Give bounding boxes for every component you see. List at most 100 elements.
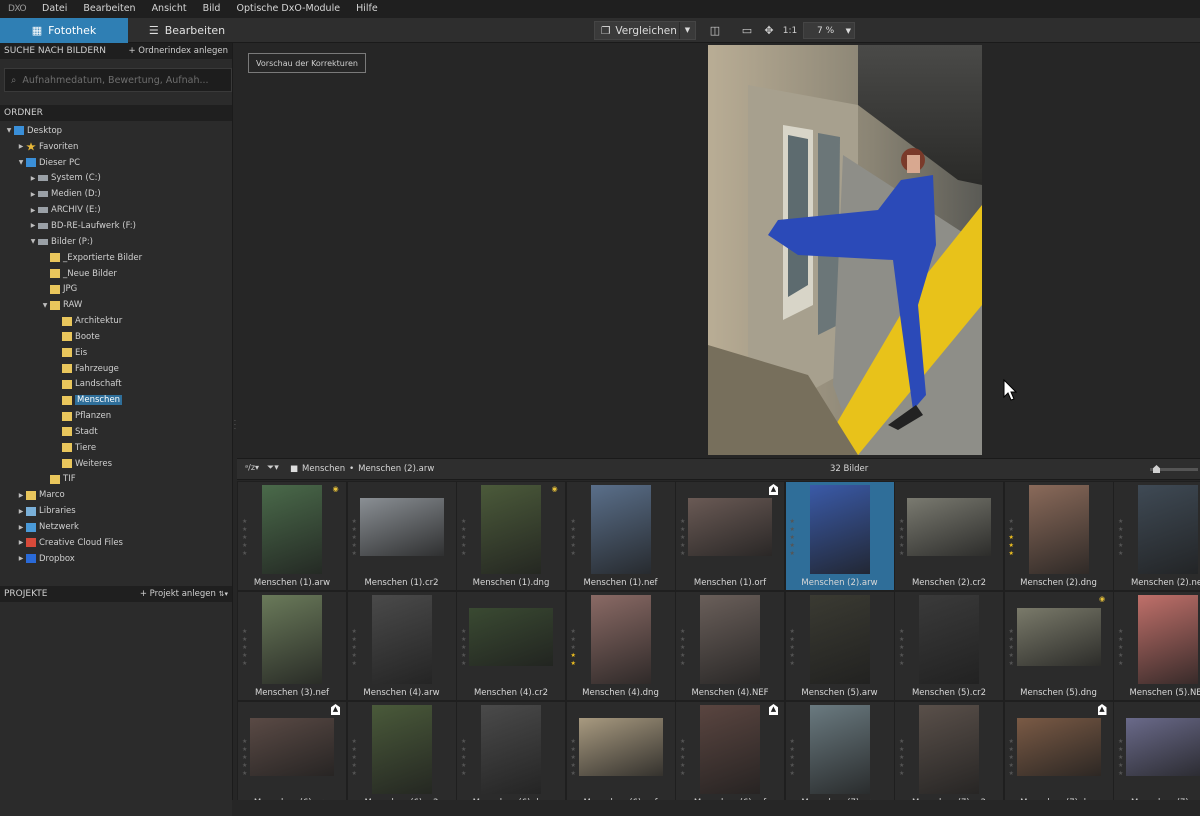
thumbnail-cell[interactable]: ★ ★ ★ ★ ★ Menschen (5).arw bbox=[785, 592, 894, 700]
rating-stars[interactable]: ★ ★ ★ ★ ★ bbox=[571, 738, 577, 778]
thumbnail-cell[interactable]: ★★★★★▲Menschen (6).arw bbox=[238, 702, 346, 800]
rating-stars[interactable]: ★ ★ ★ ★ ★ bbox=[1118, 518, 1124, 558]
thumbnail-cell[interactable]: ★ ★ ★ ★ ★ ◉ Menschen (1).dng bbox=[457, 482, 565, 590]
tree-item-stadt[interactable]: Stadt bbox=[0, 424, 232, 440]
menu-image[interactable]: Bild bbox=[195, 0, 229, 18]
thumbnail-cell[interactable]: ★ ★ ★ ★ ★ Menschen (1).nef bbox=[566, 482, 675, 590]
tree-item-raw[interactable]: ▼ RAW bbox=[0, 297, 232, 313]
tree-item-pflanzen[interactable]: Pflanzen bbox=[0, 408, 232, 424]
tab-photolibrary[interactable]: ▦ Fotothek bbox=[0, 18, 128, 43]
thumbnail-cell[interactable]: ★ ★ ★ ★ ★ Menschen (4).arw bbox=[347, 592, 456, 700]
tree-item-libraries[interactable]: ▶ Libraries bbox=[0, 503, 232, 519]
thumbnail-cell[interactable]: ★ ★ ★ ★ ★ ◉ Menschen (5).dng bbox=[1004, 592, 1113, 700]
chevron-down-icon[interactable]: ▼ bbox=[679, 22, 695, 39]
split-view-icon[interactable]: ◫ bbox=[707, 22, 723, 39]
tree-item-tiere[interactable]: Tiere bbox=[0, 440, 232, 456]
thumbnail-cell[interactable]: ★ ★ ★ ★ ★ Menschen (2).nef bbox=[1114, 482, 1200, 590]
thumbnail-cell[interactable]: ★ ★ ★ ★ ★ Menschen (4).dng bbox=[566, 592, 675, 700]
rating-stars[interactable]: ★ ★ ★ ★ ★ bbox=[680, 518, 686, 558]
tree-item-archiv-e[interactable]: ▶ ARCHIV (E:) bbox=[0, 202, 232, 218]
thumbnail-cell[interactable]: ★ ★ ★ ★ ★ Menschen (2).cr2 bbox=[895, 482, 1003, 590]
thumbnail-size-slider[interactable] bbox=[1150, 465, 1198, 473]
tree-item-jpg[interactable]: JPG bbox=[0, 281, 232, 297]
collapsed-arrow-icon[interactable]: ▶ bbox=[16, 555, 26, 562]
menu-file[interactable]: Datei bbox=[34, 0, 75, 18]
zoom-1-1-button[interactable]: 1:1 bbox=[781, 22, 799, 39]
menu-optics-modules[interactable]: Optische DxO-Module bbox=[228, 0, 348, 18]
rating-stars[interactable]: ★ ★ ★ ★ ★ bbox=[461, 518, 467, 558]
collapsed-arrow-icon[interactable]: ▶ bbox=[28, 207, 38, 214]
tree-item-menschen[interactable]: Menschen bbox=[0, 392, 232, 408]
tree-item-fahrzeuge[interactable]: Fahrzeuge bbox=[0, 361, 232, 377]
thumbnail-cell[interactable]: ★ ★ ★ ★ ★ Menschen (3).nef bbox=[238, 592, 346, 700]
rating-stars[interactable]: ★ ★ ★ ★ ★ bbox=[680, 628, 686, 668]
thumbnail-cell[interactable]: ★ ★ ★ ★ ★ Menschen (5).NEF bbox=[1114, 592, 1200, 700]
tree-item-desktop[interactable]: ▼ Desktop bbox=[0, 123, 232, 139]
expanded-arrow-icon[interactable]: ▼ bbox=[28, 238, 38, 245]
zoom-select[interactable]: 7 % ▼ bbox=[803, 22, 855, 39]
thumbnail-cell[interactable]: ★★★★★Menschen (7).cr2 bbox=[895, 702, 1003, 800]
tree-item-medien-d[interactable]: ▶ Medien (D:) bbox=[0, 186, 232, 202]
thumbnail-cell[interactable]: ★ ★ ★ ★ ★ Menschen (4).NEF bbox=[676, 592, 784, 700]
tree-item-marco[interactable]: ▶ Marco bbox=[0, 487, 232, 503]
collapsed-arrow-icon[interactable]: ▶ bbox=[16, 524, 26, 531]
rating-stars[interactable]: ★ ★ ★ ★ ★ bbox=[352, 628, 358, 668]
tab-customize[interactable]: ☰ Bearbeiten bbox=[128, 18, 246, 43]
rating-stars[interactable]: ★ ★ ★ ★ ★ bbox=[1009, 518, 1015, 558]
rating-stars[interactable]: ★ ★ ★ ★ ★ bbox=[899, 628, 905, 668]
tree-item-bilder-p[interactable]: ▼ Bilder (P:) bbox=[0, 234, 232, 250]
tree-item-landschaft[interactable]: Landschaft bbox=[0, 377, 232, 393]
thumbnail-cell[interactable]: ★★★★★▲Menschen (7).dng bbox=[1004, 702, 1113, 800]
add-index-button[interactable]: + Ordnerindex anlegen bbox=[128, 46, 228, 56]
collapsed-arrow-icon[interactable]: ▶ bbox=[28, 191, 38, 198]
collapsed-arrow-icon[interactable]: ▶ bbox=[16, 508, 26, 515]
collapsed-arrow-icon[interactable]: ▶ bbox=[28, 222, 38, 229]
thumbnail-cell[interactable]: ★ ★ ★ ★ ★ Menschen (2).dng bbox=[1004, 482, 1113, 590]
compare-button[interactable]: ❐ Vergleichen ▼ bbox=[594, 21, 696, 40]
rating-stars[interactable]: ★ ★ ★ ★ ★ bbox=[242, 518, 248, 558]
menu-help[interactable]: Hilfe bbox=[348, 0, 386, 18]
rating-stars[interactable]: ★ ★ ★ ★ ★ bbox=[242, 628, 248, 668]
crop-frame-icon[interactable]: ▭ bbox=[739, 22, 755, 39]
search-input[interactable]: ⌕ Aufnahmedatum, Bewertung, Aufnah... bbox=[4, 68, 232, 92]
collapsed-arrow-icon[interactable]: ▶ bbox=[16, 539, 26, 546]
thumbnail-cell[interactable]: ★★★★★Menschen (7).nef bbox=[1114, 702, 1200, 800]
rating-stars[interactable]: ★ ★ ★ ★ ★ bbox=[242, 738, 248, 778]
sort-az-button[interactable]: ᵃ/z▾ bbox=[245, 463, 259, 472]
thumbnail-cell[interactable]: ★ ★ ★ ★ ★ ▲ Menschen (1).orf bbox=[676, 482, 784, 590]
rating-stars[interactable]: ★ ★ ★ ★ ★ bbox=[571, 628, 577, 668]
rating-stars[interactable]: ★ ★ ★ ★ ★ bbox=[1118, 738, 1124, 778]
rating-stars[interactable]: ★ ★ ★ ★ ★ bbox=[461, 738, 467, 778]
rating-stars[interactable]: ★ ★ ★ ★ ★ bbox=[1009, 738, 1015, 778]
collapsed-arrow-icon[interactable]: ▶ bbox=[16, 492, 26, 499]
rating-stars[interactable]: ★ ★ ★ ★ ★ bbox=[899, 518, 905, 558]
thumbnail-cell[interactable]: ★★★★★Menschen (7).arw bbox=[785, 702, 894, 800]
thumbnail-cell[interactable]: ★★★★★Menschen (6).nef bbox=[566, 702, 675, 800]
thumbnail-cell[interactable]: ★ ★ ★ ★ ★ Menschen (5).cr2 bbox=[895, 592, 1003, 700]
collapsed-arrow-icon[interactable]: ▶ bbox=[16, 143, 26, 150]
tree-item-bd-re-laufwerk-f[interactable]: ▶ BD-RE-Laufwerk (F:) bbox=[0, 218, 232, 234]
rating-stars[interactable]: ★ ★ ★ ★ ★ bbox=[352, 738, 358, 778]
thumbnail-cell[interactable]: ★★★★★▲Menschen (6).orf bbox=[676, 702, 784, 800]
thumbnail-cell[interactable]: ★★★★★Menschen (6).cr2 bbox=[347, 702, 456, 800]
rating-stars[interactable]: ★ ★ ★ ★ ★ bbox=[790, 518, 796, 558]
tree-item-boote[interactable]: Boote bbox=[0, 329, 232, 345]
tree-item-netzwerk[interactable]: ▶ Netzwerk bbox=[0, 519, 232, 535]
thumbnail-cell[interactable]: ★ ★ ★ ★ ★ Menschen (2).arw bbox=[785, 482, 894, 590]
move-icon[interactable]: ✥ bbox=[761, 22, 777, 39]
rating-stars[interactable]: ★ ★ ★ ★ ★ bbox=[1118, 628, 1124, 668]
rating-stars[interactable]: ★ ★ ★ ★ ★ bbox=[680, 738, 686, 778]
expanded-arrow-icon[interactable]: ▼ bbox=[40, 302, 50, 309]
thumbnail-cell[interactable]: ★ ★ ★ ★ ★ ◉ Menschen (1).arw bbox=[238, 482, 346, 590]
thumbnail-cell[interactable]: ★ ★ ★ ★ ★ Menschen (1).cr2 bbox=[347, 482, 456, 590]
rating-stars[interactable]: ★ ★ ★ ★ ★ bbox=[790, 628, 796, 668]
slider-knob[interactable] bbox=[1153, 465, 1160, 473]
menu-view[interactable]: Ansicht bbox=[144, 0, 195, 18]
expanded-arrow-icon[interactable]: ▼ bbox=[4, 127, 14, 134]
tree-item-tif[interactable]: TIF bbox=[0, 472, 232, 488]
rating-stars[interactable]: ★ ★ ★ ★ ★ bbox=[1009, 628, 1015, 668]
thumbnail-cell[interactable]: ★ ★ ★ ★ ★ Menschen (4).cr2 bbox=[457, 592, 565, 700]
tree-item-weiteres[interactable]: Weiteres bbox=[0, 456, 232, 472]
tree-item-eis[interactable]: Eis bbox=[0, 345, 232, 361]
collapsed-arrow-icon[interactable]: ▶ bbox=[28, 175, 38, 182]
